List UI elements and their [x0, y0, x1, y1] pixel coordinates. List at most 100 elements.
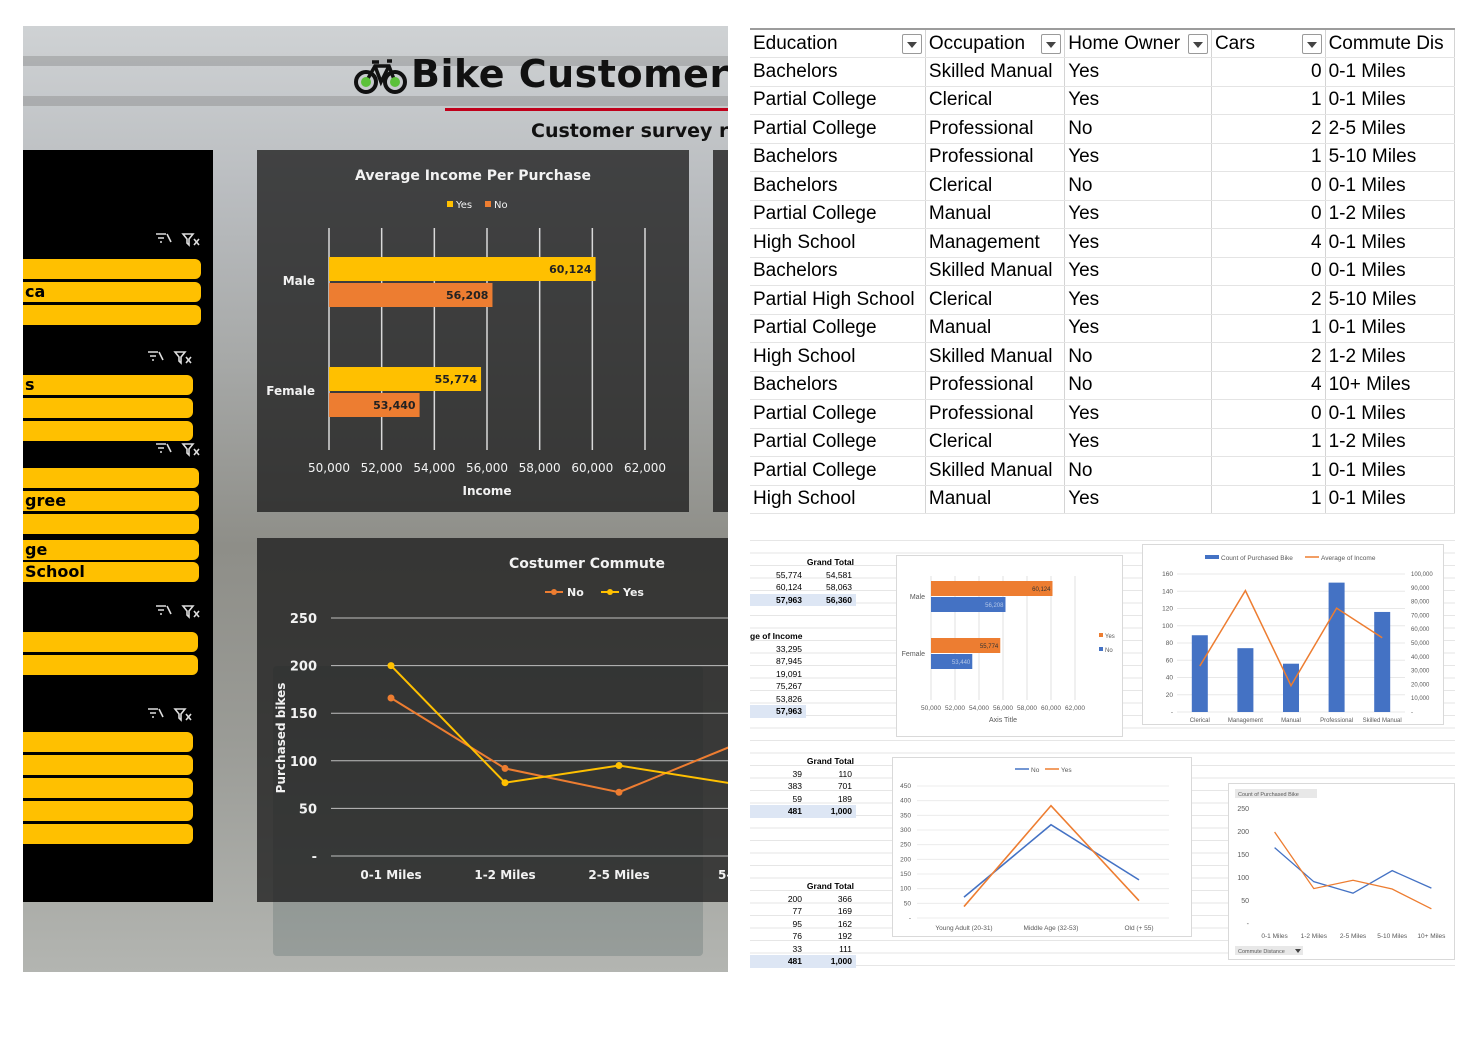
slicer-item[interactable] — [23, 398, 193, 418]
table-cell[interactable]: No — [1064, 342, 1212, 372]
pivot-cell[interactable]: 56,360 — [804, 594, 852, 607]
table-cell[interactable]: 1 — [1211, 456, 1326, 486]
table-cell[interactable]: Manual — [925, 314, 1066, 343]
slicer-item[interactable]: gree — [23, 491, 199, 511]
table-cell[interactable]: 1 — [1211, 428, 1326, 457]
pivot-cell[interactable]: Grand Total — [800, 556, 854, 569]
pivot-cell[interactable]: 200 — [750, 893, 802, 906]
table-cell[interactable]: Yes — [1064, 200, 1212, 229]
pivot-cell[interactable]: Grand Total — [800, 880, 854, 893]
table-cell[interactable]: Professional — [925, 399, 1066, 429]
table-cell[interactable]: Professional — [925, 371, 1066, 400]
pivot-cell[interactable]: 192 — [804, 930, 852, 943]
table-cell[interactable]: 5-10 Miles — [1325, 143, 1455, 172]
slicer-item[interactable] — [23, 801, 193, 821]
slicer-item[interactable] — [23, 655, 198, 675]
table-cell[interactable]: High School — [750, 342, 926, 372]
slicer-multiselect-clear-icons[interactable] — [153, 440, 213, 458]
table-cell[interactable]: 1-2 Miles — [1325, 342, 1455, 372]
pivot-cell[interactable]: 60,124 — [750, 581, 802, 594]
excel-age-chart[interactable]: 450 400 350 300 250 200 150 100 50 - Young Adult (… — [892, 757, 1192, 937]
table-cell[interactable]: 5-10 Miles — [1325, 285, 1455, 315]
table-cell[interactable]: 0 — [1211, 399, 1326, 429]
slicer-item[interactable] — [23, 259, 201, 279]
table-cell[interactable]: Partial College — [750, 399, 926, 429]
pivot-cell[interactable]: 57,963 — [750, 594, 802, 607]
table-cell[interactable]: Yes — [1064, 257, 1212, 286]
table-cell[interactable]: 0 — [1211, 200, 1326, 229]
table-cell[interactable]: 0-1 Miles — [1325, 257, 1455, 286]
table-cell[interactable]: Manual — [925, 200, 1066, 229]
table-cell[interactable]: Skilled Manual — [925, 257, 1066, 286]
excel-commute-chart[interactable]: Count of Purchased Bike 250 200 150 100 50 - 0-… — [1228, 783, 1455, 960]
table-cell[interactable]: 2 — [1211, 342, 1326, 372]
pivot-cell[interactable]: 95 — [750, 918, 802, 931]
table-cell[interactable]: 1 — [1211, 143, 1326, 172]
column-header[interactable]: Commute Dis — [1325, 28, 1455, 58]
table-cell[interactable]: Yes — [1064, 314, 1212, 343]
pivot-cell[interactable]: 57,963 — [750, 705, 802, 718]
table-cell[interactable]: Yes — [1064, 428, 1212, 457]
filter-dropdown-icon[interactable] — [1301, 34, 1322, 54]
table-cell[interactable]: Bachelors — [750, 257, 926, 286]
table-cell[interactable]: Clerical — [925, 285, 1066, 315]
table-cell[interactable]: Partial College — [750, 314, 926, 343]
pivot-cell[interactable]: 54,581 — [804, 569, 852, 582]
slicer-multiselect-clear-icons[interactable] — [153, 230, 213, 248]
pivot-cell[interactable]: 701 — [804, 780, 852, 793]
table-cell[interactable]: Yes — [1064, 228, 1212, 258]
pivot-cell[interactable]: 33 — [750, 943, 802, 956]
table-cell[interactable]: Partial College — [750, 428, 926, 457]
table-cell[interactable]: Bachelors — [750, 371, 926, 400]
slicer-item[interactable] — [23, 514, 199, 534]
slicer-multiselect-clear-icons[interactable] — [145, 348, 205, 366]
slicer-item[interactable]: School — [23, 562, 199, 582]
slicer-item[interactable]: ge — [23, 540, 199, 560]
table-cell[interactable]: Skilled Manual — [925, 456, 1066, 486]
slicer-item[interactable] — [23, 632, 198, 652]
pivot-cell[interactable]: 1,000 — [804, 805, 852, 818]
filter-dropdown-icon[interactable] — [901, 34, 922, 54]
table-cell[interactable]: 10+ Miles — [1325, 371, 1455, 400]
pivot-cell[interactable]: 77 — [750, 905, 802, 918]
table-cell[interactable]: Professional — [925, 143, 1066, 172]
table-cell[interactable]: 2-5 Miles — [1325, 114, 1455, 144]
slicer-item[interactable] — [23, 468, 199, 488]
table-cell[interactable]: 0-1 Miles — [1325, 228, 1455, 258]
column-header[interactable]: Cars — [1211, 28, 1326, 58]
table-cell[interactable]: 1 — [1211, 314, 1326, 343]
table-cell[interactable]: No — [1064, 371, 1212, 400]
table-cell[interactable]: Professional — [925, 114, 1066, 144]
pivot-cell[interactable]: 481 — [750, 805, 802, 818]
excel-income-chart[interactable]: 50,000 52,000 54,000 56,000 58,000 60,000 62,0… — [896, 555, 1123, 737]
table-cell[interactable]: Clerical — [925, 86, 1066, 115]
table-cell[interactable]: 0-1 Miles — [1325, 57, 1455, 87]
table-cell[interactable]: 0 — [1211, 57, 1326, 87]
pivot-cell[interactable]: 19,091 — [750, 668, 802, 681]
slicer-item[interactable] — [23, 421, 193, 441]
table-cell[interactable]: 0 — [1211, 257, 1326, 286]
pivot-cell[interactable]: 59 — [750, 793, 802, 806]
table-cell[interactable]: Yes — [1064, 143, 1212, 172]
slicer-multiselect-clear-icons[interactable] — [153, 602, 213, 620]
table-cell[interactable]: 0-1 Miles — [1325, 485, 1455, 514]
table-cell[interactable]: Partial College — [750, 114, 926, 144]
table-cell[interactable]: No — [1064, 171, 1212, 201]
table-cell[interactable]: Skilled Manual — [925, 342, 1066, 372]
pivot-cell[interactable]: 55,774 — [750, 569, 802, 582]
table-cell[interactable]: Partial College — [750, 456, 926, 486]
pivot-cell[interactable]: 189 — [804, 793, 852, 806]
slicer-item[interactable] — [23, 755, 193, 775]
table-cell[interactable]: High School — [750, 485, 926, 514]
pivot-cell[interactable]: 110 — [804, 768, 852, 781]
pivot-cell[interactable]: 58,063 — [804, 581, 852, 594]
pivot-cell[interactable]: 39 — [750, 768, 802, 781]
pivot-cell[interactable]: 481 — [750, 955, 802, 968]
table-cell[interactable]: No — [1064, 456, 1212, 486]
table-cell[interactable]: Clerical — [925, 428, 1066, 457]
pivot-cell[interactable]: 75,267 — [750, 680, 802, 693]
table-cell[interactable]: 1 — [1211, 485, 1326, 514]
pivot-cell[interactable]: 76 — [750, 930, 802, 943]
table-cell[interactable]: Partial College — [750, 86, 926, 115]
table-cell[interactable]: Yes — [1064, 57, 1212, 87]
